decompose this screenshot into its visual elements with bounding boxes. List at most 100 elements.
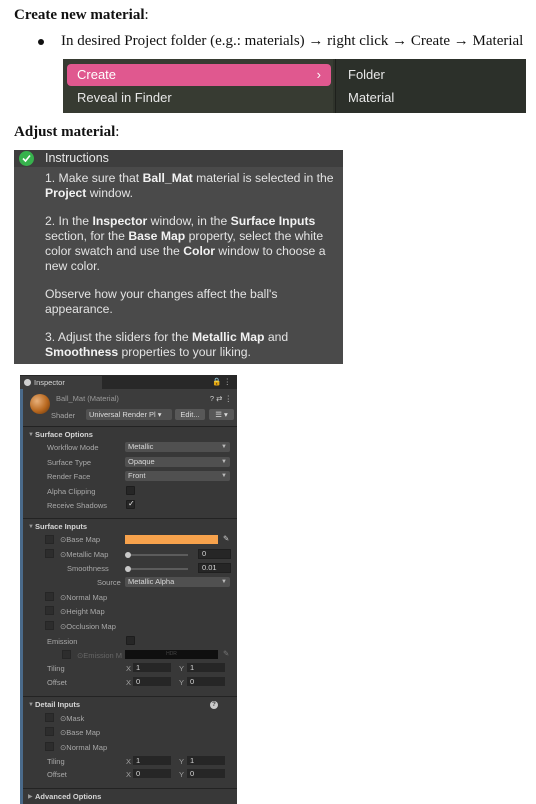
smoothness-slider-track[interactable]	[128, 568, 188, 570]
material-name: Ball_Mat (Material)	[56, 394, 119, 403]
divider	[23, 788, 237, 789]
shader-dropdown[interactable]: Universal Render Pl ▾	[86, 409, 172, 420]
triangle-down-icon: ▼	[28, 524, 34, 530]
metallic-slider-track[interactable]	[128, 554, 188, 556]
surface-type-label: Surface Type	[47, 458, 92, 467]
source-dropdown[interactable]: Metallic Alpha ▼	[125, 577, 230, 587]
emission-map-label: ⊙Emission M	[77, 651, 123, 660]
detail-tiling-x-label: X	[126, 757, 132, 766]
base-map-label: ⊙Base Map	[60, 535, 101, 544]
edit-shader-button[interactable]: Edit...	[175, 409, 205, 420]
detail-base-map-texture-slot[interactable]	[45, 727, 54, 736]
render-face-dropdown[interactable]: Front ▼	[125, 471, 230, 481]
instructions-panel: Instructions 1. Make sure that Ball_Mat …	[14, 150, 343, 364]
menu-item-reveal-in-finder[interactable]: Reveal in Finder	[67, 87, 331, 109]
metallic-map-texture-slot[interactable]	[45, 549, 54, 558]
heading-create-material: Create new material:	[14, 7, 149, 23]
emission-map-texture-slot[interactable]	[62, 650, 71, 659]
info-icon	[24, 379, 31, 386]
tab-inspector-label: Inspector	[34, 378, 65, 387]
submenu-item-folder[interactable]: Folder	[348, 64, 385, 86]
eyedropper-icon[interactable]: ✎	[223, 534, 229, 543]
header-help-preset-menu-icon[interactable]: ? ⇄ ⋮	[210, 394, 232, 403]
detail-tiling-y-field[interactable]: 1	[187, 756, 225, 765]
offset-y-field[interactable]: 0	[187, 677, 225, 686]
eyedropper-icon[interactable]: ✎	[223, 649, 229, 658]
dropdown-arrow-icon: ▼	[221, 473, 227, 479]
checkmark-icon	[19, 151, 34, 166]
help-icon[interactable]: ?	[210, 701, 218, 709]
receive-shadows-label: Receive Shadows	[47, 501, 108, 510]
smoothness-label: Smoothness	[67, 564, 109, 573]
checkmark-icon: ✓	[128, 499, 135, 508]
detail-offset-y-label: Y	[179, 770, 185, 779]
emission-checkbox[interactable]	[126, 636, 135, 645]
instruction-step-1: 1. Make sure that Ball_Mat material is s…	[45, 171, 334, 200]
normal-map-texture-slot[interactable]	[45, 592, 54, 601]
height-map-label: ⊙Height Map	[60, 607, 105, 616]
dropdown-arrow-icon: ▼	[221, 444, 227, 450]
metallic-slider-handle[interactable]	[125, 552, 131, 558]
section-advanced-options[interactable]: ▶ Advanced Options	[23, 791, 237, 803]
submenu-item-material[interactable]: Material	[348, 87, 394, 109]
detail-normal-map-label: ⊙Normal Map	[60, 743, 108, 752]
section-detail-inputs[interactable]: ▼ Detail Inputs	[23, 699, 237, 711]
detail-offset-x-field[interactable]: 0	[133, 769, 171, 778]
selection-bar	[20, 389, 23, 804]
step-bullet: In desired Project folder (e.g.: materia…	[38, 33, 523, 50]
instruction-observe: Observe how your changes affect the ball…	[45, 287, 278, 316]
tab-inspector[interactable]: Inspector	[20, 376, 102, 389]
base-color-swatch[interactable]	[125, 535, 218, 544]
emission-label: Emission	[47, 637, 78, 646]
triangle-down-icon: ▼	[28, 702, 34, 708]
menu-item-create-label: Create	[77, 67, 117, 82]
hdr-label: HDR	[166, 651, 177, 657]
tiling-x-label: X	[126, 664, 132, 673]
tiling-label: Tiling	[47, 664, 65, 673]
section-surface-inputs[interactable]: ▼ Surface Inputs	[23, 521, 237, 533]
source-label: Source	[97, 578, 121, 587]
detail-base-map-label: ⊙Base Map	[60, 728, 101, 737]
receive-shadows-checkbox[interactable]: ✓	[126, 499, 135, 509]
detail-normal-map-texture-slot[interactable]	[45, 742, 54, 751]
dropdown-arrow-icon: ▼	[221, 579, 227, 585]
instruction-step-3: 3. Adjust the sliders for the Metallic M…	[45, 330, 289, 359]
base-map-texture-slot[interactable]	[45, 535, 54, 544]
tiling-x-field[interactable]: 1	[133, 663, 171, 672]
smoothness-value-field[interactable]: 0.01	[198, 563, 231, 573]
instructions-header: Instructions	[14, 150, 343, 167]
emission-color-swatch[interactable]: HDR	[125, 650, 218, 659]
metallic-value-field[interactable]: 0	[198, 549, 231, 559]
detail-tiling-y-label: Y	[179, 757, 185, 766]
alpha-clipping-checkbox[interactable]	[126, 486, 135, 495]
detail-mask-label: ⊙Mask	[60, 714, 85, 723]
tiling-y-label: Y	[179, 664, 185, 673]
shader-list-button[interactable]: ☰ ▾	[209, 409, 234, 420]
detail-offset-label: Offset	[47, 770, 67, 779]
section-surface-options[interactable]: ▼ Surface Options	[23, 429, 237, 441]
surface-type-dropdown[interactable]: Opaque ▼	[125, 457, 230, 467]
shader-label: Shader	[51, 411, 76, 420]
height-map-texture-slot[interactable]	[45, 606, 54, 615]
detail-tiling-x-field[interactable]: 1	[133, 756, 171, 765]
smoothness-slider-handle[interactable]	[125, 566, 131, 572]
workflow-mode-dropdown[interactable]: Metallic ▼	[125, 442, 230, 452]
alpha-clipping-label: Alpha Clipping	[47, 487, 96, 496]
offset-y-label: Y	[179, 678, 185, 687]
menu-item-create[interactable]: Create ›	[67, 64, 331, 86]
detail-offset-y-field[interactable]: 0	[187, 769, 225, 778]
offset-x-field[interactable]: 0	[133, 677, 171, 686]
detail-offset-x-label: X	[126, 770, 132, 779]
render-face-label: Render Face	[47, 472, 91, 481]
triangle-down-icon: ▼	[28, 432, 34, 438]
lock-icon[interactable]: 🔒 ⋮	[212, 377, 231, 386]
material-preview-icon	[30, 394, 50, 414]
detail-mask-texture-slot[interactable]	[45, 713, 54, 722]
detail-tiling-label: Tiling	[47, 757, 65, 766]
divider	[23, 696, 237, 697]
instructions-title: Instructions	[45, 151, 109, 165]
step-text: In desired Project folder (e.g.: materia…	[61, 33, 524, 49]
occlusion-map-texture-slot[interactable]	[45, 621, 54, 630]
dropdown-arrow-icon: ▼	[221, 459, 227, 465]
tiling-y-field[interactable]: 1	[187, 663, 225, 672]
